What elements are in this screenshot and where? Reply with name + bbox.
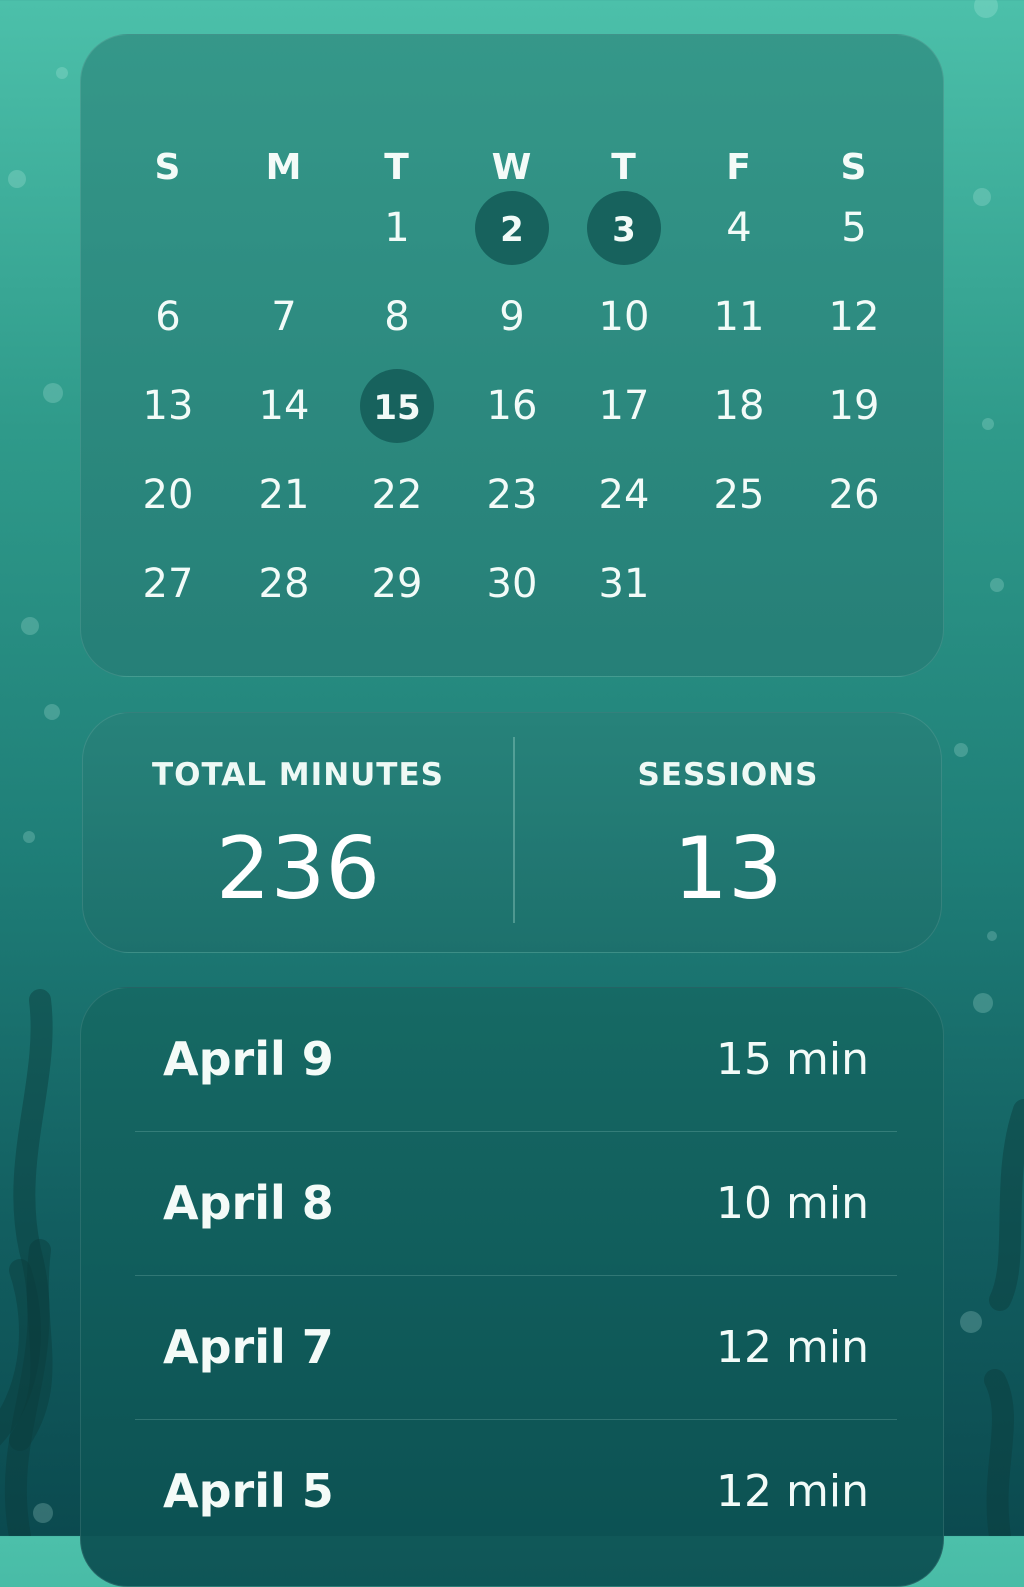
day-number: 31 <box>598 561 650 607</box>
calendar-day[interactable]: 14 <box>244 369 324 443</box>
session-duration: 15 min <box>716 1034 869 1085</box>
day-number: 29 <box>371 561 423 607</box>
weekday-thu: T <box>611 147 637 188</box>
day-number: 11 <box>713 294 765 340</box>
weekday-fri: F <box>726 147 752 188</box>
calendar-day[interactable]: 31 <box>584 547 664 621</box>
calendar-day[interactable]: 4 <box>699 191 779 265</box>
day-number: 24 <box>598 472 650 518</box>
day-number: 19 <box>828 383 880 429</box>
day-number: 9 <box>499 294 525 340</box>
total-minutes-value: 236 <box>215 819 381 919</box>
sessions-value: 13 <box>673 819 783 919</box>
total-minutes-stat: TOTAL MINUTES 236 <box>83 713 513 954</box>
calendar-day[interactable]: 12 <box>814 280 894 354</box>
session-history-list: April 9 15 min April 8 10 min April 7 12… <box>80 987 944 1587</box>
weekday-wed: W <box>491 147 533 188</box>
calendar-day[interactable]: 6 <box>128 280 208 354</box>
day-number: 14 <box>258 383 310 429</box>
day-number: 25 <box>713 472 765 518</box>
calendar-day[interactable]: 30 <box>472 547 552 621</box>
weekday-tue: T <box>384 147 410 188</box>
calendar-day[interactable]: 17 <box>584 369 664 443</box>
day-number: 17 <box>598 383 650 429</box>
session-row[interactable]: April 7 12 min <box>81 1276 945 1420</box>
calendar-day[interactable]: 29 <box>357 547 437 621</box>
calendar-day[interactable]: 27 <box>128 547 208 621</box>
calendar-card: S M T W T F S 1 2 3 4 5 6 7 8 9 10 11 12 13 14 15 16 17 1… <box>80 34 944 677</box>
calendar-day[interactable]: 21 <box>244 458 324 532</box>
calendar-day[interactable]: 16 <box>472 369 552 443</box>
calendar-day[interactable]: 10 <box>584 280 664 354</box>
session-duration: 12 min <box>716 1322 869 1373</box>
day-number: 20 <box>142 472 194 518</box>
day-number: 5 <box>841 205 867 251</box>
session-date: April 9 <box>163 1032 334 1086</box>
stats-card: TOTAL MINUTES 236 SESSIONS 13 <box>82 712 942 953</box>
calendar-day[interactable]: 24 <box>584 458 664 532</box>
session-duration: 12 min <box>716 1466 869 1517</box>
weekday-mon: M <box>265 147 303 188</box>
calendar-day[interactable]: 25 <box>699 458 779 532</box>
session-row[interactable]: April 8 10 min <box>81 1132 945 1276</box>
calendar-day[interactable]: 11 <box>699 280 779 354</box>
weekday-sat: S <box>840 147 868 188</box>
calendar-day[interactable]: 1 <box>357 191 437 265</box>
day-number: 4 <box>726 205 752 251</box>
calendar-day-marked[interactable]: 2 <box>472 191 552 265</box>
day-number: 15 <box>373 388 421 428</box>
day-number: 23 <box>486 472 538 518</box>
day-number: 18 <box>713 383 765 429</box>
day-number: 10 <box>598 294 650 340</box>
day-number: 28 <box>258 561 310 607</box>
day-number: 8 <box>384 294 410 340</box>
day-number: 13 <box>142 383 194 429</box>
calendar-day[interactable]: 20 <box>128 458 208 532</box>
day-number: 12 <box>828 294 880 340</box>
day-number: 3 <box>612 210 636 250</box>
calendar-day[interactable]: 19 <box>814 369 894 443</box>
calendar-day[interactable]: 8 <box>357 280 437 354</box>
day-number: 16 <box>486 383 538 429</box>
calendar-day[interactable]: 28 <box>244 547 324 621</box>
session-row[interactable]: April 5 12 min <box>81 1420 945 1564</box>
sessions-stat: SESSIONS 13 <box>513 713 943 954</box>
total-minutes-label: TOTAL MINUTES <box>152 757 444 793</box>
day-number: 26 <box>828 472 880 518</box>
session-date: April 5 <box>163 1464 334 1518</box>
session-date: April 7 <box>163 1320 334 1374</box>
day-number: 6 <box>155 294 181 340</box>
session-duration: 10 min <box>716 1178 869 1229</box>
calendar-day-marked[interactable]: 3 <box>584 191 664 265</box>
day-number: 30 <box>486 561 538 607</box>
day-number: 2 <box>500 210 524 250</box>
calendar-day-marked[interactable]: 15 <box>357 369 437 443</box>
day-number: 21 <box>258 472 310 518</box>
session-row[interactable]: April 9 15 min <box>81 988 945 1132</box>
calendar-day[interactable]: 7 <box>244 280 324 354</box>
day-number: 7 <box>271 294 297 340</box>
calendar-day[interactable]: 13 <box>128 369 208 443</box>
day-number: 22 <box>371 472 423 518</box>
calendar-day[interactable]: 22 <box>357 458 437 532</box>
calendar-day[interactable]: 9 <box>472 280 552 354</box>
weekday-sun: S <box>154 147 182 188</box>
calendar-day[interactable]: 18 <box>699 369 779 443</box>
day-number: 27 <box>142 561 194 607</box>
session-date: April 8 <box>163 1176 334 1230</box>
calendar-day[interactable]: 23 <box>472 458 552 532</box>
calendar-day[interactable]: 26 <box>814 458 894 532</box>
calendar-day[interactable]: 5 <box>814 191 894 265</box>
sessions-label: SESSIONS <box>637 757 819 793</box>
day-number: 1 <box>384 205 410 251</box>
